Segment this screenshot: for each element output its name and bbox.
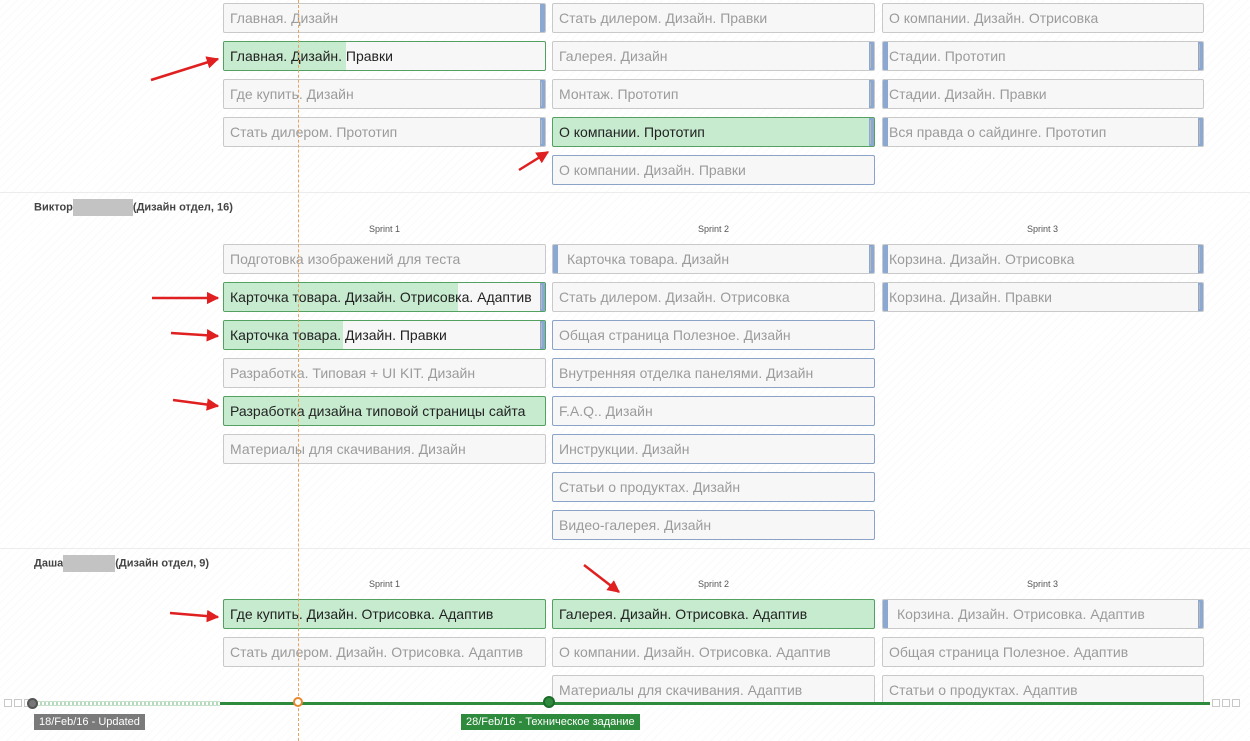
timeline-today-node[interactable]	[293, 697, 303, 707]
timeline-milestone-label: 28/Feb/16 - Техническое задание	[461, 714, 640, 730]
timeline-scroll-left[interactable]	[14, 699, 22, 707]
timeline-past-segment	[36, 701, 220, 706]
arrow-icon	[170, 329, 220, 342]
arrow-icon	[169, 609, 220, 623]
timeline-milestone-node[interactable]	[543, 696, 555, 708]
timeline-start-node[interactable]	[27, 698, 38, 709]
timeline-scroll-right[interactable]	[1222, 699, 1230, 707]
arrow-icon	[150, 56, 220, 82]
arrow-icon	[518, 150, 550, 172]
annotation-arrows	[150, 56, 620, 623]
timeline-bar: 18/Feb/16 - Updated 28/Feb/16 - Техничес…	[0, 696, 1250, 741]
arrow-icon	[172, 398, 220, 411]
timeline-updated-label: 18/Feb/16 - Updated	[34, 714, 145, 730]
timeline-scroll-right[interactable]	[1212, 699, 1220, 707]
timeline-progress	[220, 702, 1210, 705]
timeline-scroll-right[interactable]	[1232, 699, 1240, 707]
timeline-scroll-left[interactable]	[4, 699, 12, 707]
arrow-icon	[583, 564, 620, 593]
sprint-board: Главная. Дизайн Главная. Дизайн. Правки …	[0, 0, 1250, 741]
